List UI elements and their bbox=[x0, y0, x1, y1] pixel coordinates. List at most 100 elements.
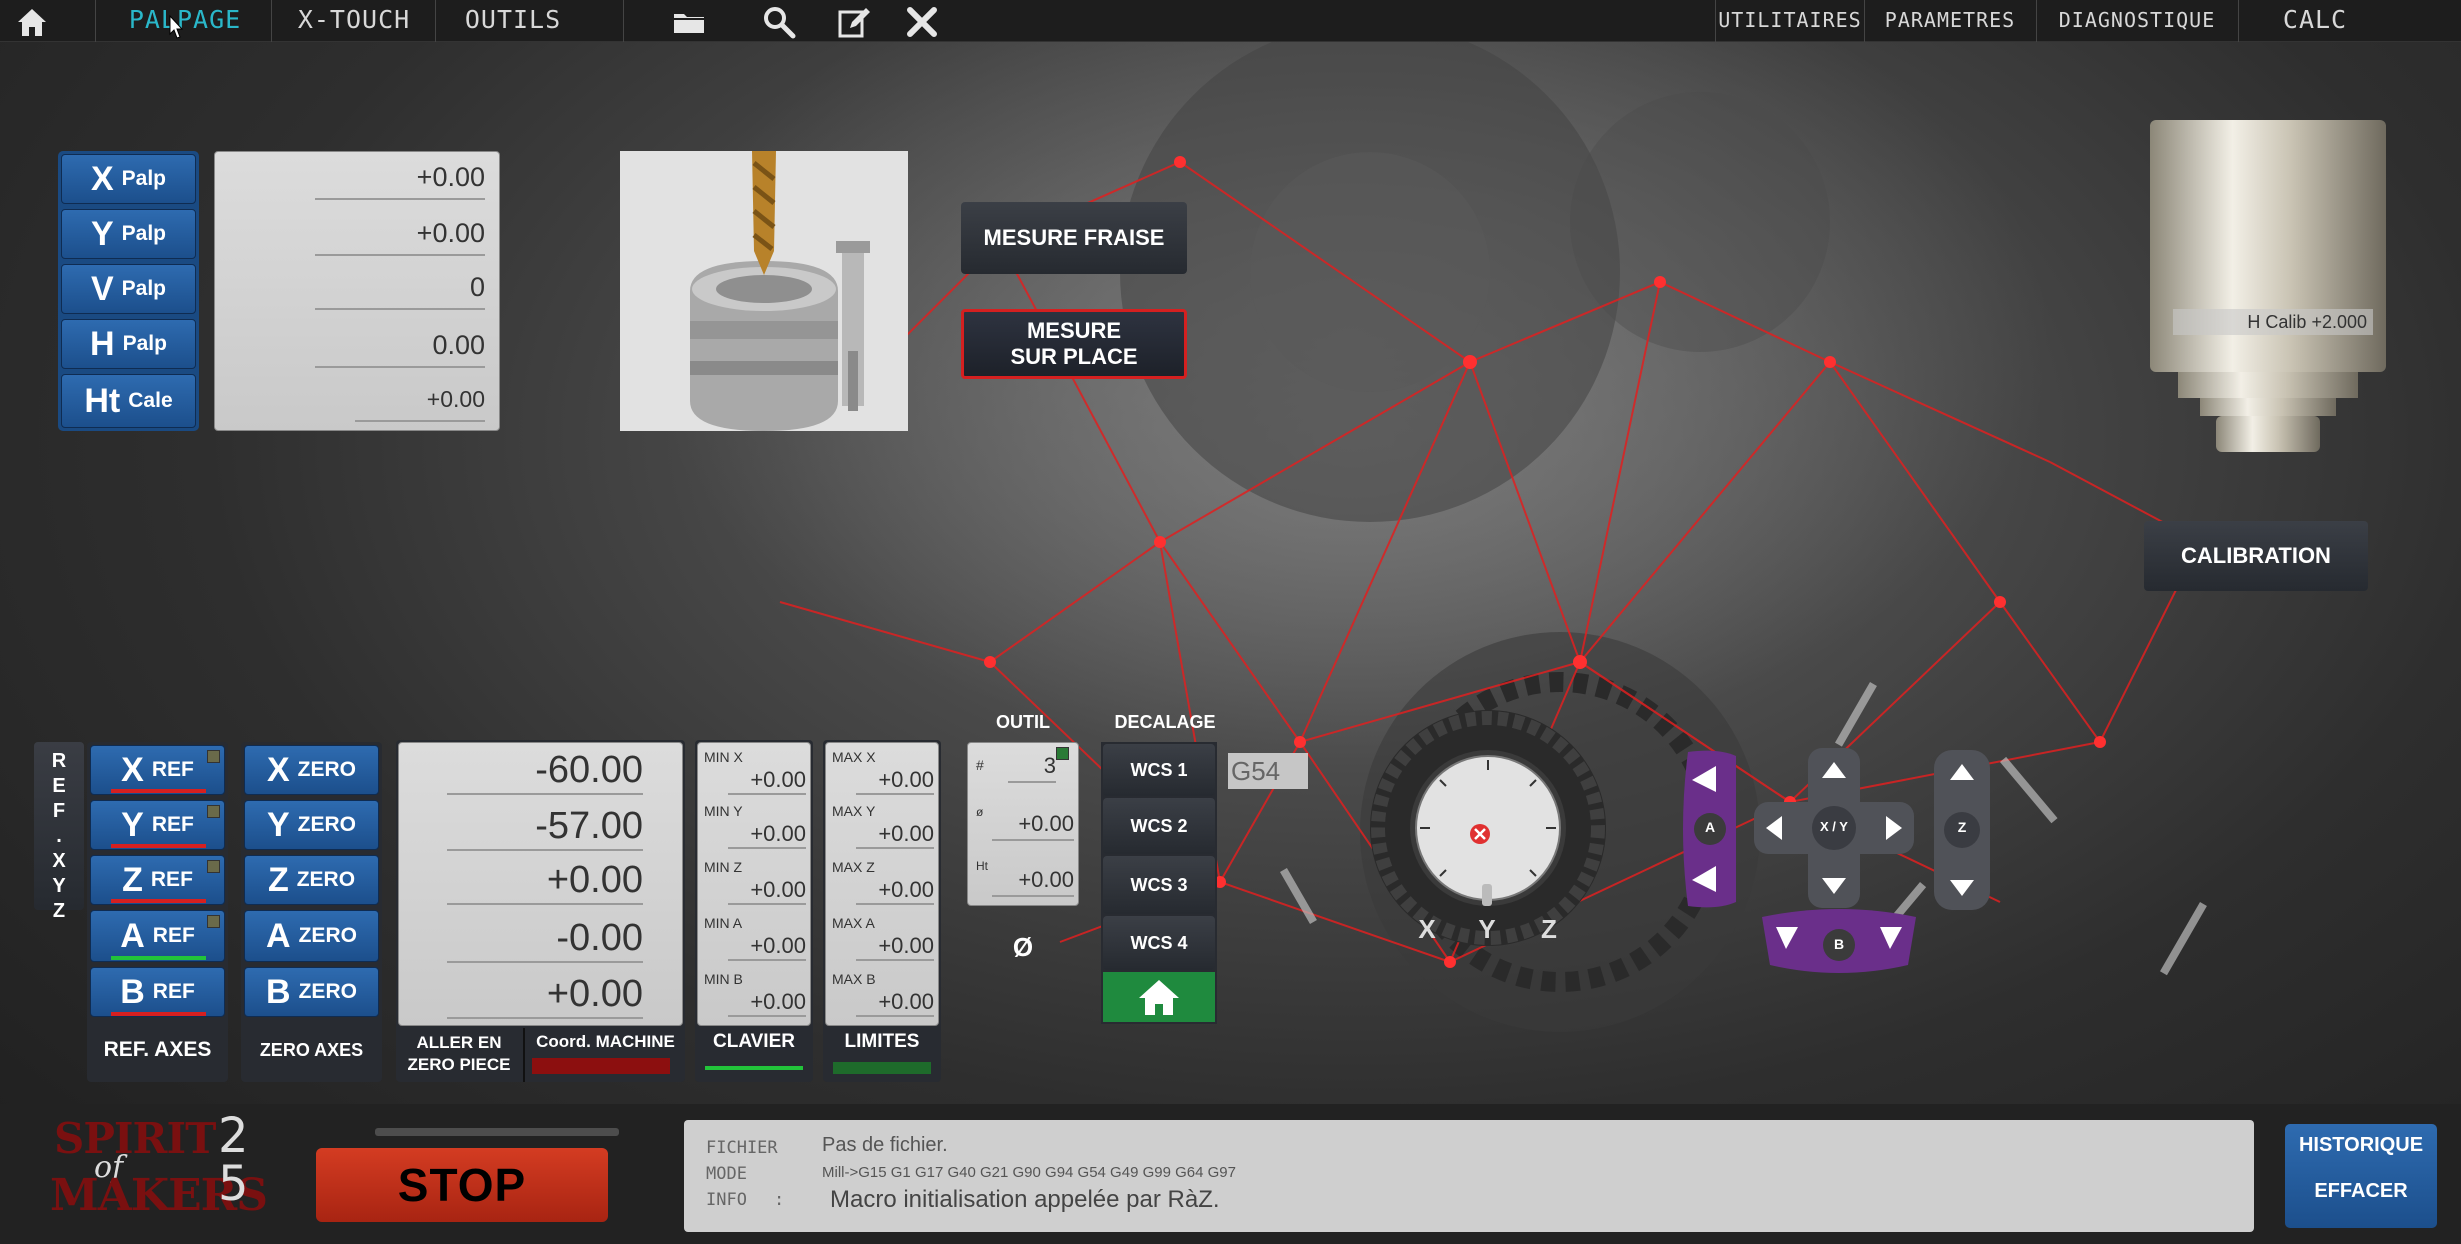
outil-num-value[interactable]: 3 bbox=[1008, 753, 1056, 783]
ref-axes-button[interactable]: REF. AXES bbox=[87, 1038, 228, 1062]
min-y-label: MIN Y bbox=[704, 803, 743, 819]
tab-outils[interactable]: OUTILS bbox=[438, 0, 588, 42]
outil-ht-value[interactable]: +0.00 bbox=[992, 867, 1074, 897]
limites-indicator bbox=[833, 1062, 931, 1074]
mode-label: MODE bbox=[706, 1164, 747, 1184]
x-palp-value[interactable]: +0.00 bbox=[315, 162, 485, 200]
y-zero-button[interactable]: Y ZERO bbox=[244, 800, 379, 850]
wcs-3-button[interactable]: WCS 3 bbox=[1103, 856, 1215, 914]
palp-labels: X Palp Y Palp V Palp H Palp Ht Cale bbox=[58, 151, 199, 431]
home-icon bbox=[1139, 980, 1179, 1015]
x-palp-label: X Palp bbox=[61, 154, 196, 204]
wcs-4-button[interactable]: WCS 4 bbox=[1103, 916, 1215, 970]
handwheel-x-label[interactable]: X bbox=[1412, 914, 1442, 945]
min-b-value[interactable]: +0.00 bbox=[728, 989, 806, 1017]
info-colon: : bbox=[774, 1190, 785, 1210]
min-limits-panel: MIN X +0.00 MIN Y +0.00 MIN Z +0.00 MIN … bbox=[695, 740, 813, 1082]
ht-cale-label: Ht Cale bbox=[61, 374, 196, 428]
max-x-value[interactable]: +0.00 bbox=[856, 767, 934, 795]
mesure-fraise-button[interactable]: MESURE FRAISE bbox=[961, 202, 1187, 274]
max-a-value[interactable]: +0.00 bbox=[856, 933, 934, 961]
min-x-value[interactable]: +0.00 bbox=[728, 767, 806, 795]
coord-machine-button[interactable]: Coord. MACHINE bbox=[526, 1030, 685, 1054]
aller-line2: ZERO PIECE bbox=[407, 1055, 511, 1074]
h-calib-value[interactable]: H Calib +2.000 bbox=[2173, 309, 2373, 335]
h-palp-value[interactable]: 0.00 bbox=[315, 330, 485, 368]
menu-utilitaires[interactable]: UTILITAIRES bbox=[1716, 0, 1864, 42]
z-ref-button[interactable]: Z REF bbox=[90, 855, 225, 905]
progress-bar bbox=[375, 1128, 619, 1136]
mode-value: Mill->G15 G1 G17 G40 G21 G90 G94 G54 G49… bbox=[822, 1164, 1236, 1181]
max-a-label: MAX A bbox=[832, 915, 875, 931]
jog-a-label: A bbox=[1704, 819, 1716, 835]
ref-xyz-button[interactable]: REF.XYZ bbox=[34, 742, 84, 925]
max-z-value[interactable]: +0.00 bbox=[856, 877, 934, 905]
x-dro-value[interactable]: -60.00 bbox=[447, 749, 643, 795]
ht-cale-value[interactable]: +0.00 bbox=[355, 386, 485, 422]
b-dro-value[interactable]: +0.00 bbox=[447, 973, 643, 1019]
zero-axes-button[interactable]: ZERO AXES bbox=[241, 1038, 382, 1062]
b-zero-button[interactable]: B ZERO bbox=[244, 967, 379, 1017]
mouse-cursor-icon bbox=[169, 14, 184, 39]
info-value: Macro initialisation appelée par RàZ. bbox=[830, 1186, 1220, 1213]
menu-parametres[interactable]: PARAMETRES bbox=[1865, 0, 2035, 42]
outil-diam-value[interactable]: +0.00 bbox=[992, 811, 1074, 841]
min-a-label: MIN A bbox=[704, 915, 743, 931]
max-z-label: MAX Z bbox=[832, 859, 875, 875]
x-ref-button[interactable]: X REF bbox=[90, 745, 225, 795]
wcs-2-button[interactable]: WCS 2 bbox=[1103, 798, 1215, 854]
y-palp-label: Y Palp bbox=[61, 209, 196, 259]
close-icon[interactable] bbox=[904, 4, 940, 40]
calibration-tool-image bbox=[2150, 120, 2386, 452]
historique-effacer-panel: HISTORIQUE EFFACER bbox=[2285, 1124, 2437, 1228]
handwheel-z-label[interactable]: Z bbox=[1534, 914, 1564, 945]
menu-calc[interactable]: CALC bbox=[2240, 0, 2390, 42]
tab-x-touch[interactable]: X-TOUCH bbox=[274, 0, 434, 42]
a-ref-button[interactable]: A REF bbox=[90, 910, 225, 962]
menu-diagnostique[interactable]: DIAGNOSTIQUE bbox=[2037, 0, 2237, 42]
y-dro-value[interactable]: -57.00 bbox=[447, 805, 643, 851]
handwheel-y-label[interactable]: Y bbox=[1472, 914, 1502, 945]
coord-machine-indicator bbox=[532, 1058, 670, 1074]
jog-xy-label: X / Y bbox=[1820, 819, 1848, 834]
wcs-1-button[interactable]: WCS 1 bbox=[1103, 744, 1215, 796]
b-ref-button[interactable]: B REF bbox=[90, 967, 225, 1017]
home-wcs-button[interactable] bbox=[1103, 972, 1215, 1022]
v-palp-value[interactable]: 0 bbox=[315, 272, 485, 310]
z-zero-button[interactable]: Z ZERO bbox=[244, 855, 379, 905]
aller-zero-piece-button[interactable]: ALLER EN ZERO PIECE bbox=[396, 1032, 522, 1076]
mesure-sur-place-line1: MESURE bbox=[1026, 318, 1122, 343]
logo-line1: SPIRIT bbox=[54, 1114, 216, 1163]
stop-button[interactable]: STOP bbox=[316, 1148, 608, 1222]
y-ref-button[interactable]: Y REF bbox=[90, 800, 225, 850]
folder-icon[interactable] bbox=[671, 4, 707, 40]
status-bar: SPIRIT of MAKERS 2 5 STOP FICHIER Pas de… bbox=[0, 1104, 2461, 1244]
historique-button[interactable]: HISTORIQUE bbox=[2285, 1134, 2437, 1157]
min-y-value[interactable]: +0.00 bbox=[728, 821, 806, 849]
edit-icon[interactable] bbox=[836, 4, 872, 40]
calibration-button[interactable]: CALIBRATION bbox=[2144, 521, 2368, 591]
z-dro-value[interactable]: +0.00 bbox=[447, 859, 643, 905]
mesure-sur-place-button[interactable]: MESURE SUR PLACE bbox=[961, 309, 1187, 379]
min-z-value[interactable]: +0.00 bbox=[728, 877, 806, 905]
top-menu-bar: PALPAGE X-TOUCH OUTILS UTILITAIRES PARAM… bbox=[0, 0, 2461, 42]
max-y-value[interactable]: +0.00 bbox=[856, 821, 934, 849]
min-z-label: MIN Z bbox=[704, 859, 743, 875]
a-ref-led bbox=[207, 915, 220, 928]
limites-button[interactable]: LIMITES bbox=[823, 1030, 941, 1054]
effacer-button[interactable]: EFFACER bbox=[2285, 1180, 2437, 1203]
max-b-value[interactable]: +0.00 bbox=[856, 989, 934, 1017]
min-a-value[interactable]: +0.00 bbox=[728, 933, 806, 961]
home-icon[interactable] bbox=[14, 4, 50, 40]
outil-ht-label: Ht bbox=[976, 859, 988, 873]
a-zero-button[interactable]: A ZERO bbox=[244, 910, 379, 962]
dro-values: -60.00 -57.00 +0.00 -0.00 +0.00 bbox=[398, 742, 683, 1026]
search-icon[interactable] bbox=[761, 4, 797, 40]
z-ref-indicator bbox=[111, 899, 206, 903]
x-zero-button[interactable]: X ZERO bbox=[244, 745, 379, 795]
y-palp-value[interactable]: +0.00 bbox=[315, 218, 485, 256]
clavier-button[interactable]: CLAVIER bbox=[695, 1030, 813, 1054]
outil-title: OUTIL bbox=[996, 712, 1050, 732]
fichier-value: Pas de fichier. bbox=[822, 1134, 948, 1156]
a-dro-value[interactable]: -0.00 bbox=[447, 917, 643, 963]
